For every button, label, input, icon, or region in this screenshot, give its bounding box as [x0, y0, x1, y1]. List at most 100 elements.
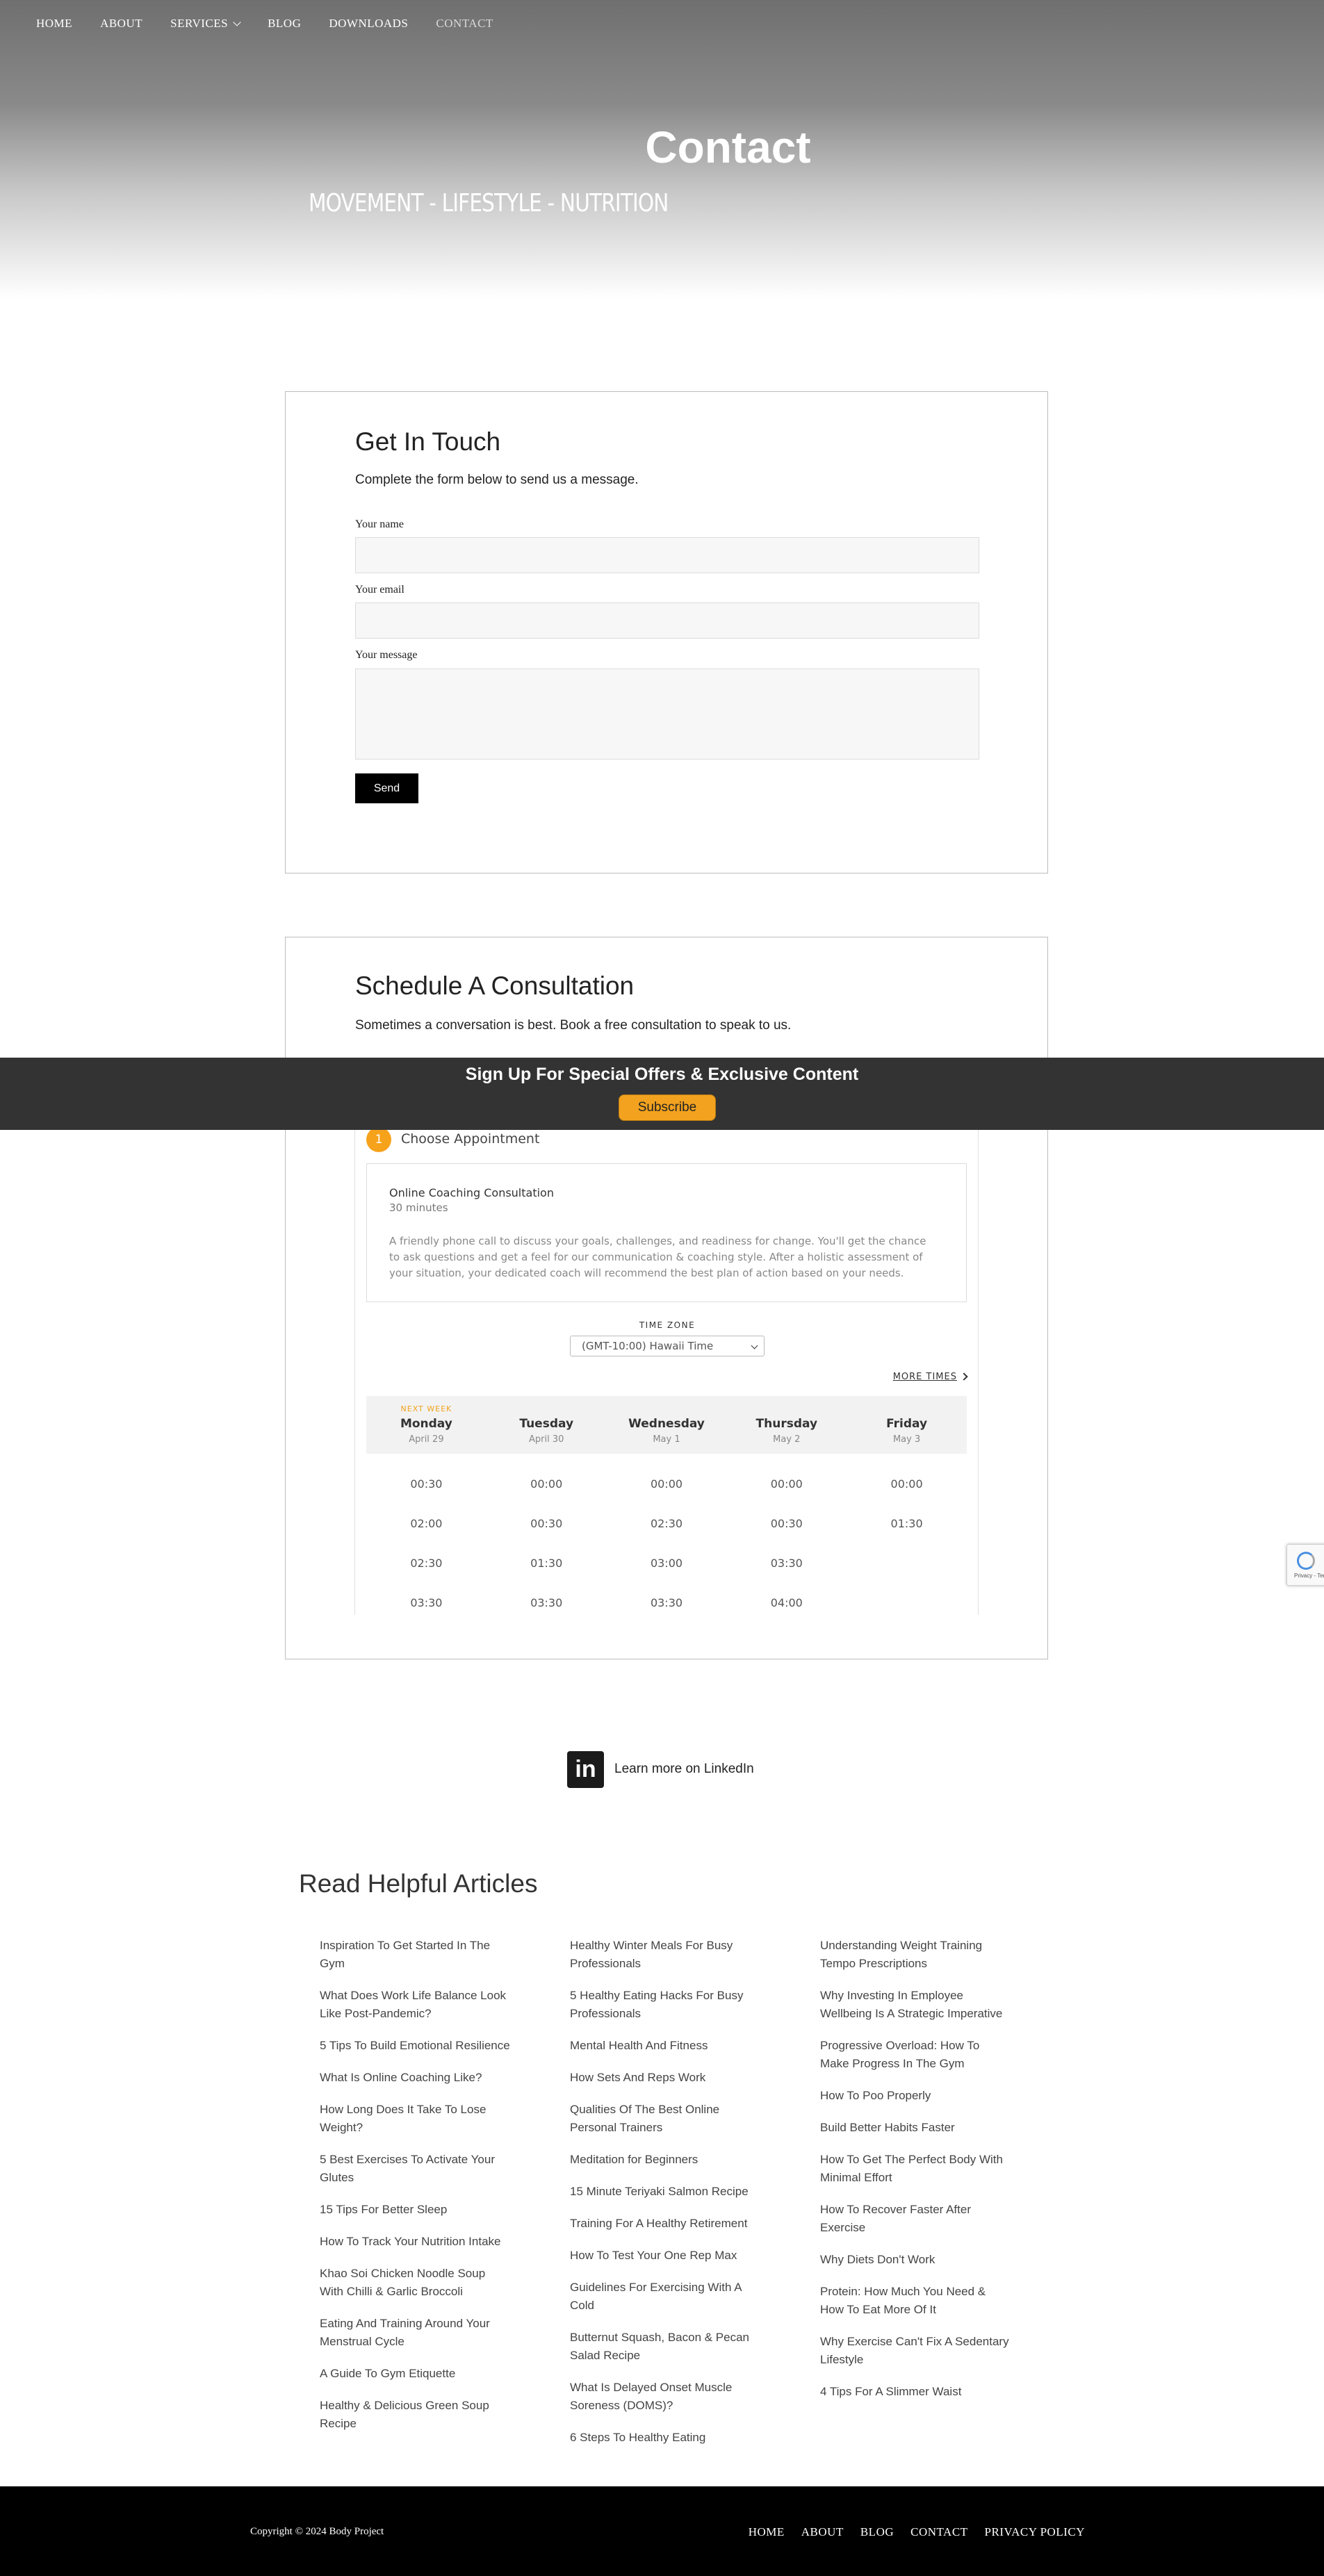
article-link[interactable]: How Sets And Reps Work — [570, 2069, 761, 2087]
time-slot[interactable]: 00:30 — [366, 1468, 487, 1507]
next-week-tag: NEXT WEEK — [400, 1404, 452, 1413]
day-name: Tuesday — [519, 1417, 574, 1431]
day-date: April 30 — [529, 1434, 564, 1445]
time-slot[interactable]: 03:30 — [726, 1547, 847, 1586]
article-link[interactable]: How To Get The Perfect Body With Minimal… — [820, 2151, 1011, 2187]
nav-services[interactable]: SERVICES — [170, 17, 241, 31]
article-link[interactable]: Why Investing In Employee Wellbeing Is A… — [820, 1987, 1011, 2023]
timezone-select[interactable]: (GMT-10:00) Hawaii Time — [570, 1336, 765, 1356]
article-link[interactable]: Understanding Weight Training Tempo Pres… — [820, 1937, 1011, 1973]
article-link[interactable]: 5 Best Exercises To Activate Your Glutes — [320, 2151, 511, 2187]
article-link[interactable]: How To Recover Faster After Exercise — [820, 2201, 1011, 2237]
send-button[interactable]: Send — [355, 773, 418, 803]
article-link[interactable]: What Is Online Coaching Like? — [320, 2069, 511, 2087]
time-slot[interactable]: 00:00 — [847, 1468, 967, 1507]
nav-blog[interactable]: BLOG — [268, 17, 301, 31]
time-slot[interactable]: 00:00 — [607, 1468, 727, 1507]
more-times-link[interactable]: MORE TIMES — [893, 1372, 968, 1382]
time-slot[interactable]: 02:30 — [366, 1547, 487, 1586]
copyright-text: Copyright © 2024 Body Project — [250, 2526, 384, 2537]
article-link[interactable]: A Guide To Gym Etiquette — [320, 2365, 511, 2383]
email-field[interactable] — [355, 602, 979, 639]
time-slot[interactable]: 00:00 — [726, 1468, 847, 1507]
article-link[interactable]: 15 Minute Teriyaki Salmon Recipe — [570, 2183, 761, 2201]
contact-heading: Get In Touch — [355, 427, 501, 456]
article-link[interactable]: Progressive Overload: How To Make Progre… — [820, 2037, 1011, 2073]
contact-form-box: Get In Touch Complete the form below to … — [285, 391, 1048, 873]
message-field[interactable] — [355, 668, 979, 760]
article-link[interactable]: Healthy & Delicious Green Soup Recipe — [320, 2397, 511, 2433]
article-link[interactable]: How Long Does It Take To Lose Weight? — [320, 2101, 511, 2137]
nav-downloads[interactable]: DOWNLOADS — [329, 17, 408, 31]
time-slots: 00:30 02:00 02:30 03:30 00:00 00:30 01:3… — [366, 1468, 967, 1615]
articles-column-1: Inspiration To Get Started In The Gym Wh… — [320, 1937, 511, 2447]
article-link[interactable]: Guidelines For Exercising With A Cold — [570, 2279, 761, 2315]
nav-about[interactable]: ABOUT — [100, 17, 142, 31]
article-link[interactable]: Build Better Habits Faster — [820, 2119, 1011, 2137]
article-link[interactable]: 5 Healthy Eating Hacks For Busy Professi… — [570, 1987, 761, 2023]
article-link[interactable]: Meditation for Beginners — [570, 2151, 761, 2169]
article-link[interactable]: Butternut Squash, Bacon & Pecan Salad Re… — [570, 2329, 761, 2365]
article-link[interactable]: Protein: How Much You Need & How To Eat … — [820, 2283, 1011, 2319]
article-link[interactable]: Khao Soi Chicken Noodle Soup With Chilli… — [320, 2265, 511, 2301]
article-link[interactable]: Mental Health And Fitness — [570, 2037, 761, 2055]
time-slot[interactable]: 01:30 — [487, 1547, 607, 1586]
slot-column: 00:00 02:30 03:00 03:30 — [607, 1468, 727, 1615]
footer-link-contact[interactable]: CONTACT — [910, 2525, 967, 2539]
day-date: May 3 — [892, 1434, 921, 1445]
article-link[interactable]: 15 Tips For Better Sleep — [320, 2201, 511, 2219]
article-link[interactable]: 6 Steps To Healthy Eating — [570, 2429, 761, 2447]
booking-widget: 1 Choose Appointment Online Coaching Con… — [354, 1115, 979, 1615]
subscribe-button[interactable]: Subscribe — [619, 1094, 716, 1121]
day-header: Tuesday April 30 — [487, 1396, 607, 1454]
name-label: Your name — [355, 518, 404, 530]
name-field[interactable] — [355, 537, 979, 573]
footer: Copyright © 2024 Body Project HOME ABOUT… — [0, 2486, 1324, 2576]
time-slot[interactable]: 03:30 — [487, 1586, 607, 1615]
hero-section: HOME ABOUT SERVICES BLOG DOWNLOADS CONTA… — [0, 0, 1324, 299]
service-card[interactable]: Online Coaching Consultation 30 minutes … — [366, 1163, 967, 1302]
time-slot[interactable]: 02:00 — [366, 1507, 487, 1547]
article-link[interactable]: Why Diets Don't Work — [820, 2251, 1011, 2269]
article-link[interactable]: How To Track Your Nutrition Intake — [320, 2233, 511, 2251]
article-link[interactable]: Why Exercise Can't Fix A Sedentary Lifes… — [820, 2333, 1011, 2369]
article-link[interactable]: Training For A Healthy Retirement — [570, 2215, 761, 2233]
article-link[interactable]: 4 Tips For A Slimmer Waist — [820, 2383, 1011, 2401]
footer-link-home[interactable]: HOME — [749, 2525, 785, 2539]
article-link[interactable]: How To Poo Properly — [820, 2087, 1011, 2105]
article-link[interactable]: What Is Delayed Onset Muscle Soreness (D… — [570, 2379, 761, 2415]
article-link[interactable]: Qualities Of The Best Online Personal Tr… — [570, 2101, 761, 2137]
timezone-label: TIME ZONE — [639, 1320, 696, 1330]
article-link[interactable]: What Does Work Life Balance Look Like Po… — [320, 1987, 511, 2023]
time-slot[interactable]: 02:30 — [607, 1507, 727, 1547]
article-link[interactable]: Inspiration To Get Started In The Gym — [320, 1937, 511, 1973]
time-slot[interactable]: 04:00 — [726, 1586, 847, 1615]
time-slot[interactable]: 00:00 — [487, 1468, 607, 1507]
time-slot[interactable]: 01:30 — [847, 1507, 967, 1547]
linkedin-icon[interactable]: in — [567, 1751, 604, 1788]
nav-contact[interactable]: CONTACT — [436, 17, 493, 31]
time-slot[interactable]: 00:30 — [726, 1507, 847, 1547]
time-slot[interactable]: 00:30 — [487, 1507, 607, 1547]
article-link[interactable]: Healthy Winter Meals For Busy Profession… — [570, 1937, 761, 1973]
time-slot[interactable]: 03:30 — [607, 1586, 727, 1615]
time-slot[interactable]: 03:30 — [366, 1586, 487, 1615]
day-name: Monday — [400, 1417, 452, 1431]
day-header: Thursday May 2 — [726, 1396, 847, 1454]
linkedin-link[interactable]: Learn more on LinkedIn — [614, 1762, 754, 1777]
nav-services-label: SERVICES — [170, 17, 229, 30]
recaptcha-badge[interactable]: Privacy - Terms — [1286, 1544, 1324, 1586]
main-nav: HOME ABOUT SERVICES BLOG DOWNLOADS CONTA… — [36, 17, 521, 31]
article-link[interactable]: How To Test Your One Rep Max — [570, 2247, 761, 2265]
slot-column: 00:30 02:00 02:30 03:30 — [366, 1468, 487, 1615]
footer-link-about[interactable]: ABOUT — [801, 2525, 844, 2539]
article-link[interactable]: Eating And Training Around Your Menstrua… — [320, 2315, 511, 2351]
footer-link-blog[interactable]: BLOG — [860, 2525, 894, 2539]
time-slot[interactable]: 03:00 — [607, 1547, 727, 1586]
article-link[interactable]: 5 Tips To Build Emotional Resilience — [320, 2037, 511, 2055]
nav-home[interactable]: HOME — [36, 17, 72, 31]
consultation-heading: Schedule A Consultation — [355, 971, 635, 1000]
slot-column: 00:00 01:30 — [847, 1468, 967, 1615]
footer-link-privacy[interactable]: PRIVACY POLICY — [985, 2525, 1085, 2539]
day-header: Friday May 3 — [847, 1396, 967, 1454]
